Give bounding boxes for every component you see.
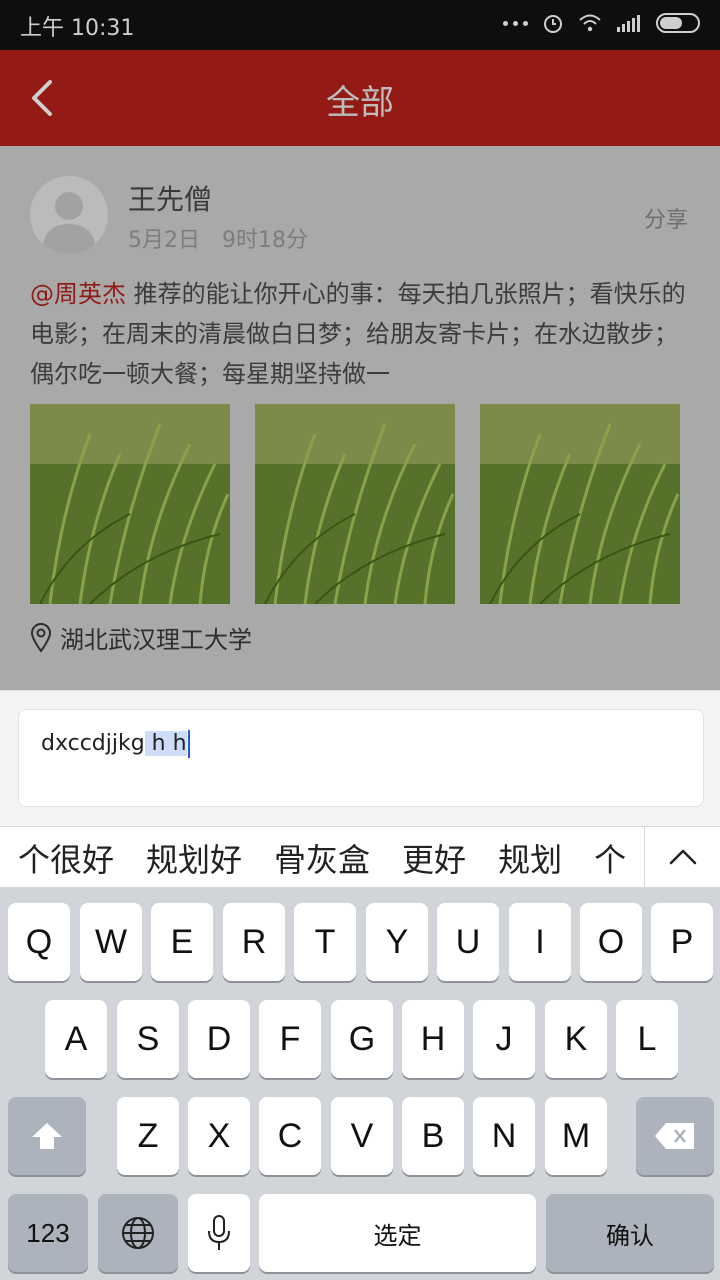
post-body: 推荐的能让你开心的事：每天拍几张照片；看快乐的电影；在周末的清晨做白日梦；给朋友… — [30, 280, 686, 388]
battery-icon — [656, 13, 700, 33]
share-button[interactable]: 分享 — [644, 202, 688, 234]
wheat-image — [30, 404, 230, 604]
author-name[interactable]: 王先僧 — [128, 178, 212, 218]
key-z[interactable]: Z — [117, 1097, 179, 1175]
candidate-item[interactable]: 个 — [594, 835, 626, 881]
page-title: 全部 — [326, 83, 394, 123]
app-header: 全部 — [0, 50, 720, 146]
key-n[interactable]: N — [473, 1097, 535, 1175]
post-date: 5月2日 — [128, 228, 200, 253]
key-s[interactable]: S — [117, 1000, 179, 1078]
key-h[interactable]: H — [402, 1000, 464, 1078]
avatar[interactable] — [30, 176, 108, 254]
key-t[interactable]: T — [294, 903, 356, 981]
photo-grid — [30, 404, 680, 604]
key-q[interactable]: Q — [8, 903, 70, 981]
key-i[interactable]: I — [509, 903, 571, 981]
post-photo[interactable] — [480, 404, 680, 604]
alarm-icon — [544, 15, 562, 33]
key-r[interactable]: R — [223, 903, 285, 981]
wifi-icon — [579, 14, 601, 32]
keyboard: Q W E R T Y U I O P A S D F G H J K L Z … — [0, 888, 720, 1280]
mention-link[interactable]: @周英杰 — [30, 280, 126, 308]
key-g[interactable]: G — [331, 1000, 393, 1078]
post-meta: 5月2日 9时18分 — [128, 222, 308, 254]
candidate-item[interactable]: 骨灰盒 — [274, 835, 370, 881]
post-location[interactable]: 湖北武汉理工大学 — [30, 620, 252, 655]
status-time: 上午 10:31 — [20, 16, 135, 41]
location-pin-icon — [30, 622, 52, 653]
key-l[interactable]: L — [616, 1000, 678, 1078]
candidate-bar: 个很好 规划好 骨灰盒 更好 规划 个 — [0, 826, 720, 888]
confirm-key[interactable]: 确认 — [546, 1194, 714, 1272]
post-photo[interactable] — [30, 404, 230, 604]
shift-key[interactable] — [8, 1097, 86, 1175]
post-card: 王先僧 5月2日 9时18分 分享 @周英杰 推荐的能让你开心的事：每天拍几张照… — [0, 146, 720, 690]
candidate-list: 个很好 规划好 骨灰盒 更好 规划 个 — [18, 835, 638, 881]
numbers-key[interactable]: 123 — [8, 1194, 88, 1272]
comment-bar: dxccdjjkg h h — [0, 690, 720, 826]
post-text: @周英杰 推荐的能让你开心的事：每天拍几张照片；看快乐的电影；在周末的清晨做白日… — [30, 274, 690, 394]
backspace-icon — [655, 1123, 694, 1149]
text-caret — [187, 730, 190, 758]
key-v[interactable]: V — [331, 1097, 393, 1175]
signal-icon — [617, 15, 640, 32]
key-u[interactable]: U — [437, 903, 499, 981]
key-f[interactable]: F — [259, 1000, 321, 1078]
input-composing-text: h h — [144, 731, 187, 756]
input-committed-text: dxccdjjkg — [41, 731, 145, 756]
location-label: 湖北武汉理工大学 — [60, 626, 252, 654]
candidate-item[interactable]: 更好 — [402, 835, 466, 881]
expand-candidates-button[interactable] — [644, 827, 720, 887]
key-a[interactable]: A — [45, 1000, 107, 1078]
space-select-key[interactable]: 选定 — [259, 1194, 536, 1272]
key-y[interactable]: Y — [366, 903, 428, 981]
candidate-item[interactable]: 规划好 — [146, 835, 242, 881]
key-c[interactable]: C — [259, 1097, 321, 1175]
key-w[interactable]: W — [80, 903, 142, 981]
wheat-image — [480, 404, 680, 604]
key-x[interactable]: X — [188, 1097, 250, 1175]
key-b[interactable]: B — [402, 1097, 464, 1175]
key-k[interactable]: K — [545, 1000, 607, 1078]
key-e[interactable]: E — [151, 903, 213, 981]
delete-key[interactable] — [636, 1097, 714, 1175]
chevron-up-icon — [669, 849, 697, 865]
key-o[interactable]: O — [580, 903, 642, 981]
globe-key[interactable] — [98, 1194, 178, 1272]
more-dots-icon — [503, 20, 528, 26]
post-photo[interactable] — [255, 404, 455, 604]
post-time: 9时18分 — [222, 228, 308, 253]
default-avatar-icon — [42, 192, 96, 254]
microphone-key[interactable] — [188, 1194, 250, 1272]
comment-input[interactable]: dxccdjjkg h h — [18, 709, 704, 807]
key-p[interactable]: P — [651, 903, 713, 981]
microphone-icon — [208, 1215, 230, 1250]
key-m[interactable]: M — [545, 1097, 607, 1175]
globe-icon — [122, 1217, 154, 1249]
status-icons — [503, 12, 700, 34]
shift-icon — [32, 1123, 62, 1149]
key-d[interactable]: D — [188, 1000, 250, 1078]
wheat-image — [255, 404, 455, 604]
status-bar: 上午 10:31 — [0, 0, 720, 50]
candidate-item[interactable]: 规划 — [498, 835, 562, 881]
candidate-item[interactable]: 个很好 — [18, 835, 114, 881]
key-j[interactable]: J — [473, 1000, 535, 1078]
